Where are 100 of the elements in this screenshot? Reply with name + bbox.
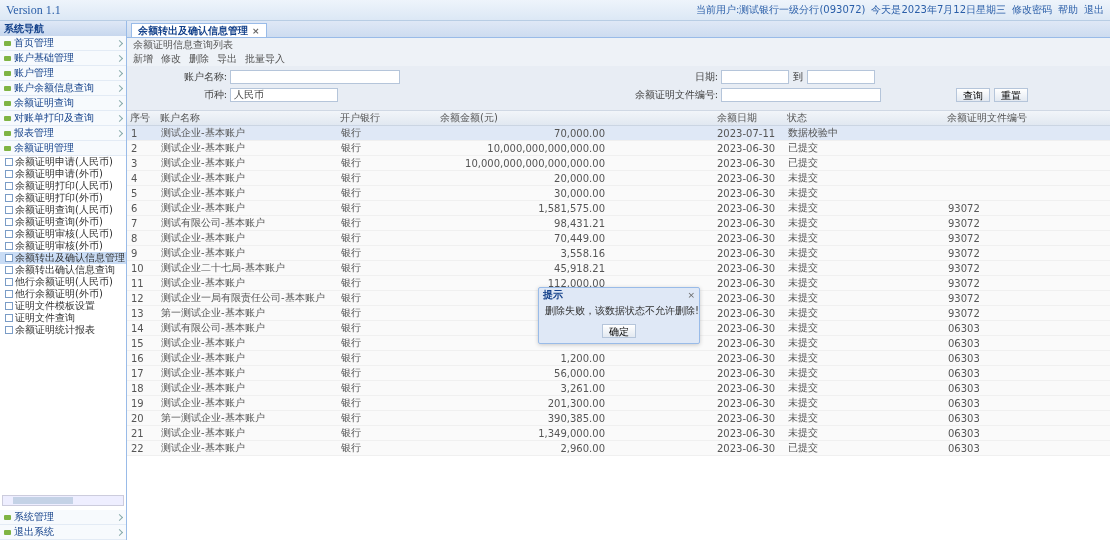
table-cell: 银行 <box>337 201 437 216</box>
toolbar-button[interactable]: 修改 <box>161 52 181 66</box>
table-cell: 19 <box>127 396 157 411</box>
sidebar-item[interactable]: 余额转出确认信息查询 <box>0 264 126 276</box>
header-link[interactable]: 帮助 <box>1058 3 1078 17</box>
sidebar-group[interactable]: 退出系统 <box>0 525 126 540</box>
table-cell: 16 <box>127 351 157 366</box>
sidebar-item[interactable]: 余额证明查询(人民币) <box>0 204 126 216</box>
sidebar-item[interactable]: 余额证明审核(外币) <box>0 240 126 252</box>
sidebar-group[interactable]: 余额证明查询 <box>0 96 126 111</box>
table-cell: 测试有限公司-基本账户 <box>157 321 337 336</box>
table-cell: 测试企业-基本账户 <box>157 231 337 246</box>
table-cell: 测试企业-基本账户 <box>157 141 337 156</box>
table-cell: 测试企业-基本账户 <box>157 201 337 216</box>
table-cell: 390,385.00 <box>437 411 609 426</box>
table-cell: 2023-06-30 <box>609 156 784 171</box>
input-field[interactable] <box>721 88 881 102</box>
table-cell: 30,000.00 <box>437 186 609 201</box>
sidebar-group[interactable]: 首页管理 <box>0 36 126 51</box>
table-cell: 06303 <box>944 411 1110 426</box>
sidebar-item[interactable]: 余额证明审核(人民币) <box>0 228 126 240</box>
scrollbar[interactable] <box>2 495 124 506</box>
sidebar-item[interactable]: 他行余额证明(外币) <box>0 288 126 300</box>
table-cell: 2023-06-30 <box>609 201 784 216</box>
column-header[interactable]: 账户名称 <box>157 111 337 126</box>
table-cell: 未提交 <box>784 261 944 276</box>
table-cell: 银行 <box>337 246 437 261</box>
header-link[interactable]: 今天是2023年7月12日星期三 <box>871 3 1006 17</box>
table-cell: 2 <box>127 141 157 156</box>
table-cell: 70,000.00 <box>437 126 609 141</box>
table-cell: 未提交 <box>784 276 944 291</box>
sidebar-item[interactable]: 余额证明申请(人民币) <box>0 156 126 168</box>
table-cell: 未提交 <box>784 411 944 426</box>
date-field[interactable] <box>807 70 875 84</box>
column-header[interactable]: 序号 <box>127 111 157 126</box>
table-cell: 银行 <box>337 261 437 276</box>
sidebar-item[interactable]: 余额证明打印(人民币) <box>0 180 126 192</box>
sidebar-item[interactable]: 余额证明申请(外币) <box>0 168 126 180</box>
table-cell: 未提交 <box>784 186 944 201</box>
toolbar-button[interactable]: 新增 <box>133 52 153 66</box>
sidebar-item[interactable]: 证明文件查询 <box>0 312 126 324</box>
table-cell: 银行 <box>337 351 437 366</box>
table-cell: 56,000.00 <box>437 366 609 381</box>
query-button[interactable]: 重置 <box>993 88 1028 102</box>
sidebar-group[interactable]: 账户基础管理 <box>0 51 126 66</box>
toolbar-button[interactable]: 导出 <box>217 52 237 66</box>
table-cell: 测试企业-基本账户 <box>157 246 337 261</box>
sidebar-group[interactable]: 对账单打印及查询 <box>0 111 126 126</box>
toolbar-button[interactable]: 删除 <box>189 52 209 66</box>
sidebar-group[interactable]: 账户余额信息查询 <box>0 81 126 96</box>
sidebar-group[interactable]: 系统管理 <box>0 510 126 525</box>
table-cell: 93072 <box>944 306 1110 321</box>
sidebar-item[interactable]: 证明文件模板设置 <box>0 300 126 312</box>
sidebar-group[interactable]: 余额证明管理 <box>0 141 126 156</box>
sidebar-item[interactable]: 余额证明打印(外币) <box>0 192 126 204</box>
table-cell: 4 <box>127 171 157 186</box>
folder-icon <box>4 115 11 121</box>
toolbar-button[interactable]: 批量导入 <box>245 52 285 66</box>
header-link[interactable]: 修改密码 <box>1012 3 1052 17</box>
table-cell: 已提交 <box>784 441 944 456</box>
folder-icon <box>4 40 11 46</box>
table-cell: 测试企业-基本账户 <box>157 276 337 291</box>
close-button[interactable]: × <box>687 289 695 300</box>
page-tab[interactable]: 余额转出及确认信息管理 × <box>131 23 267 37</box>
table-cell: 测试企业-基本账户 <box>157 156 337 171</box>
column-header[interactable]: 余额金额(元) <box>437 111 609 126</box>
sidebar-item[interactable]: 余额证明统计报表 <box>0 324 126 336</box>
table-cell: 银行 <box>337 156 437 171</box>
table-cell: 未提交 <box>784 231 944 246</box>
column-header[interactable]: 余额日期 <box>609 111 784 126</box>
field-label: 账户名称: <box>182 70 228 84</box>
sidebar-group[interactable]: 账户管理 <box>0 66 126 81</box>
table-cell: 测试企业-基本账户 <box>157 441 337 456</box>
table-cell: 6 <box>127 201 157 216</box>
column-header[interactable]: 开户银行 <box>337 111 437 126</box>
sidebar-item[interactable]: 余额证明查询(外币) <box>0 216 126 228</box>
sidebar-group[interactable]: 报表管理 <box>0 126 126 141</box>
table-cell: 93072 <box>944 261 1110 276</box>
table-cell: 11 <box>127 276 157 291</box>
column-header[interactable]: 状态 <box>784 111 944 126</box>
ok-button[interactable]: 确定 <box>602 324 636 338</box>
table-cell: 银行 <box>337 231 437 246</box>
query-button[interactable]: 查询 <box>955 88 990 102</box>
field-label: 日期: <box>693 70 719 84</box>
sidebar-item[interactable]: 余额转出及确认信息管理 <box>0 252 126 264</box>
table-cell: 银行 <box>337 216 437 231</box>
sidebar-item[interactable]: 他行余额证明(人民币) <box>0 276 126 288</box>
select-field[interactable]: 人民币 <box>230 88 338 102</box>
table-cell: 2023-06-30 <box>609 396 784 411</box>
header-link[interactable]: 退出 <box>1084 3 1104 17</box>
table-cell: 银行 <box>337 126 437 141</box>
header-link[interactable]: 当前用户:测试银行一级分行(093072) <box>696 3 866 17</box>
field-label: 余额证明文件编号: <box>633 88 719 102</box>
table-cell: 银行 <box>337 321 437 336</box>
date-field[interactable] <box>721 70 789 84</box>
table-cell: 2,960.00 <box>437 441 609 456</box>
column-header[interactable]: 余额证明文件编号 <box>944 111 1110 126</box>
table-cell: 2023-06-30 <box>609 231 784 246</box>
input-field[interactable] <box>230 70 400 84</box>
table-cell: 15 <box>127 336 157 351</box>
